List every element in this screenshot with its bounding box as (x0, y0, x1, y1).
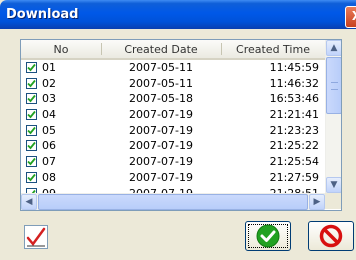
row-checkbox[interactable] (26, 62, 37, 73)
cell-no: 07 (42, 155, 56, 169)
checkmark-icon (27, 79, 36, 88)
table-row[interactable]: 01 2007-05-11 11:45:59 (21, 60, 325, 76)
cell-created-date: 2007-07-19 (129, 123, 193, 137)
column-header-created-time[interactable]: Created Time (221, 43, 325, 56)
table-row[interactable]: 04 2007-07-19 21:21:41 (21, 107, 325, 123)
ok-check-icon (256, 224, 280, 248)
dialog-body: No Created Date Created Time 01 2007-05-1… (0, 29, 356, 260)
column-header-created-date[interactable]: Created Date (101, 43, 221, 56)
cell-no: 02 (42, 76, 56, 90)
left-arrow-icon[interactable]: ◀ (21, 194, 37, 210)
horizontal-scrollbar[interactable]: ◀ ▶ (21, 193, 325, 210)
ok-button[interactable] (245, 221, 291, 251)
check-all-icon (26, 227, 46, 247)
cell-created-date: 2007-07-19 (129, 108, 193, 122)
checkmark-icon (27, 173, 36, 182)
cell-no: 03 (42, 92, 56, 106)
cell-created-time: 21:23:23 (269, 123, 319, 137)
cancel-button[interactable] (308, 221, 354, 251)
row-checkbox[interactable] (26, 93, 37, 105)
table-row[interactable]: 05 2007-07-19 21:23:23 (21, 123, 325, 139)
cell-no: 06 (42, 139, 56, 153)
cell-created-date: 2007-05-18 (129, 92, 193, 106)
check-all-button[interactable] (24, 225, 48, 249)
table-row[interactable]: 08 2007-07-19 21:27:59 (21, 170, 325, 186)
cell-created-time: 11:45:59 (269, 61, 319, 74)
row-checkbox[interactable] (26, 156, 37, 168)
checkmark-icon (27, 110, 36, 119)
close-icon: X (352, 9, 356, 23)
cell-created-time: 11:46:32 (269, 76, 319, 90)
up-arrow-icon[interactable]: ▲ (326, 40, 341, 56)
scrollbar-corner (325, 193, 341, 209)
horizontal-scroll-thumb[interactable] (38, 194, 308, 210)
title-bar[interactable]: Download X (0, 0, 356, 29)
cell-created-time: 21:27:59 (269, 170, 319, 184)
cell-created-date: 2007-07-19 (129, 170, 193, 184)
row-checkbox[interactable] (26, 109, 37, 121)
table-row[interactable]: 02 2007-05-11 11:46:32 (21, 76, 325, 92)
checkmark-icon (27, 142, 36, 150)
download-dialog: Download X No Created Date Created Time … (0, 0, 356, 260)
checkmark-icon (27, 95, 36, 103)
close-button[interactable]: X (345, 6, 356, 28)
cell-no: 04 (42, 108, 56, 122)
cell-no: 08 (42, 170, 56, 184)
vertical-scrollbar[interactable]: ▲ ▼ (325, 40, 341, 193)
row-checkbox[interactable] (26, 77, 37, 89)
table-row[interactable]: 03 2007-05-18 16:53:46 (21, 91, 325, 107)
vertical-scroll-thumb[interactable] (326, 57, 341, 114)
checkmark-icon (27, 63, 36, 72)
cancel-icon (319, 224, 343, 248)
cell-created-time: 21:21:41 (269, 108, 319, 122)
cell-created-time: 21:25:22 (269, 139, 319, 153)
cell-created-time: 16:53:46 (269, 92, 319, 106)
list-header: No Created Date Created Time (21, 40, 325, 60)
window-title: Download (6, 7, 79, 22)
table-row[interactable]: 06 2007-07-19 21:25:22 (21, 138, 325, 154)
row-checkbox[interactable] (26, 171, 37, 183)
down-arrow-icon[interactable]: ▼ (326, 177, 341, 193)
row-checkbox[interactable] (26, 140, 37, 152)
right-arrow-icon[interactable]: ▶ (309, 194, 325, 210)
cell-created-date: 2007-05-11 (129, 61, 193, 74)
cell-no: 01 (42, 61, 56, 74)
row-checkbox[interactable] (26, 124, 37, 136)
cell-created-time: 21:25:54 (269, 155, 319, 169)
cell-created-date: 2007-07-19 (129, 155, 193, 169)
list-rows: 01 2007-05-11 11:45:59 02 2007-05-11 11:46:32… (21, 60, 325, 201)
cell-no: 05 (42, 123, 56, 137)
download-list: No Created Date Created Time 01 2007-05-1… (20, 39, 342, 211)
checkmark-icon (27, 126, 36, 135)
cell-created-date: 2007-05-11 (129, 76, 193, 90)
checkmark-icon (27, 158, 36, 166)
column-header-no[interactable]: No (21, 43, 101, 56)
table-row[interactable]: 07 2007-07-19 21:25:54 (21, 154, 325, 170)
cell-created-date: 2007-07-19 (129, 139, 193, 153)
